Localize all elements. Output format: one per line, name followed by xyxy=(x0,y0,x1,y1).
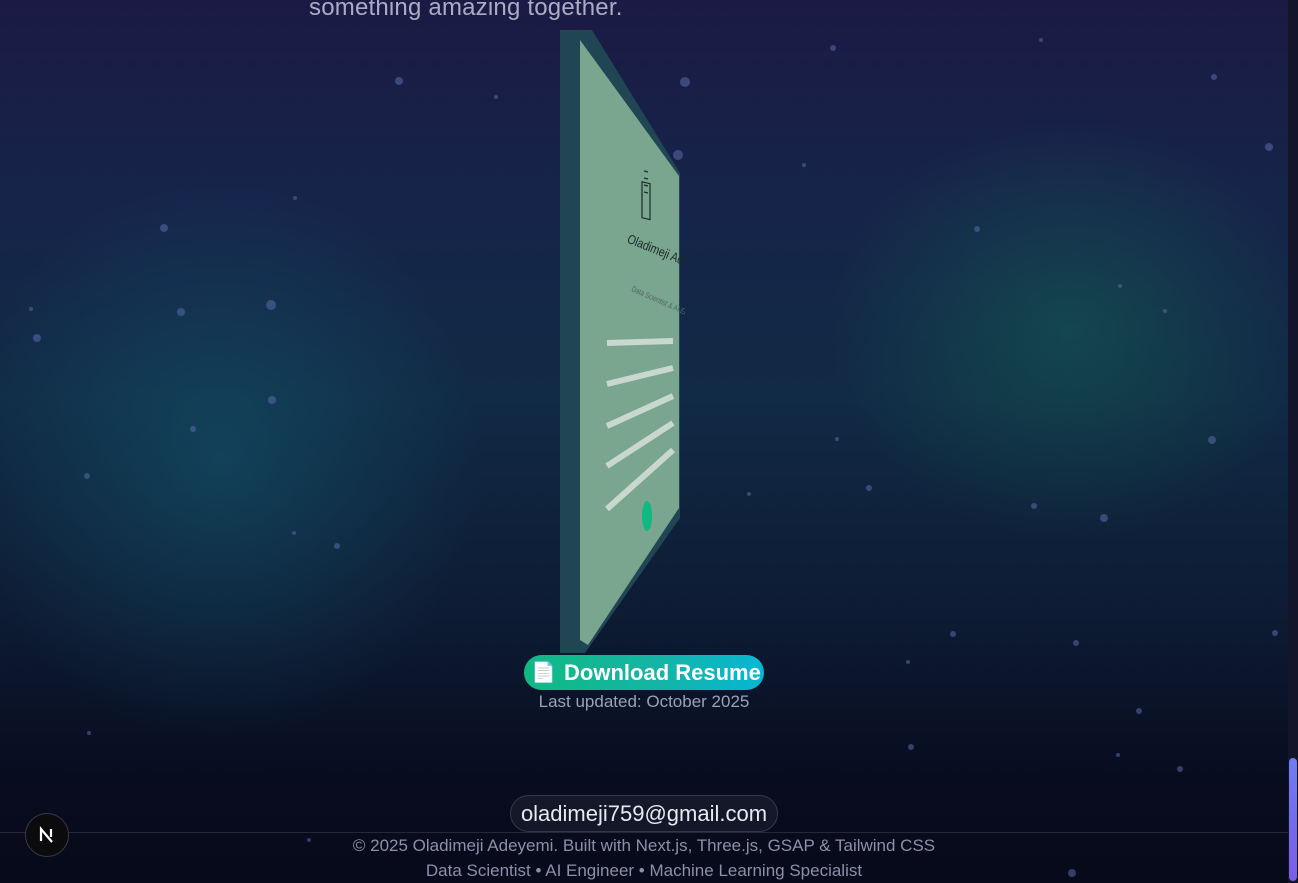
contact-subtitle-tail: something amazing together. xyxy=(309,0,623,21)
footer-tagline: Data Scientist • AI Engineer • Machine L… xyxy=(425,861,863,880)
scrollbar-track[interactable] xyxy=(1288,0,1298,883)
footer-copyright: © 2025 Oladimeji Adeyemi. Built with Nex… xyxy=(352,836,936,855)
download-resume-label: Download Resume xyxy=(564,659,761,685)
scrollbar-thumb[interactable] xyxy=(1289,758,1297,881)
nextjs-dev-indicator-button[interactable] xyxy=(25,813,69,857)
resume-card-button xyxy=(642,501,652,531)
footer-divider xyxy=(0,832,1288,833)
nextjs-dev-indicator-icon xyxy=(39,825,53,843)
resume-last-updated: Last updated: October 2025 xyxy=(538,692,750,711)
email-link[interactable]: oladimeji759@gmail.com xyxy=(510,795,778,832)
resume-card-3d[interactable]: Oladimeji Adeyemi Data Scientist & AI En… xyxy=(555,28,685,656)
page-facing-up-icon: 📄 xyxy=(531,661,557,684)
download-resume-button[interactable]: 📄 Download Resume xyxy=(524,655,764,690)
